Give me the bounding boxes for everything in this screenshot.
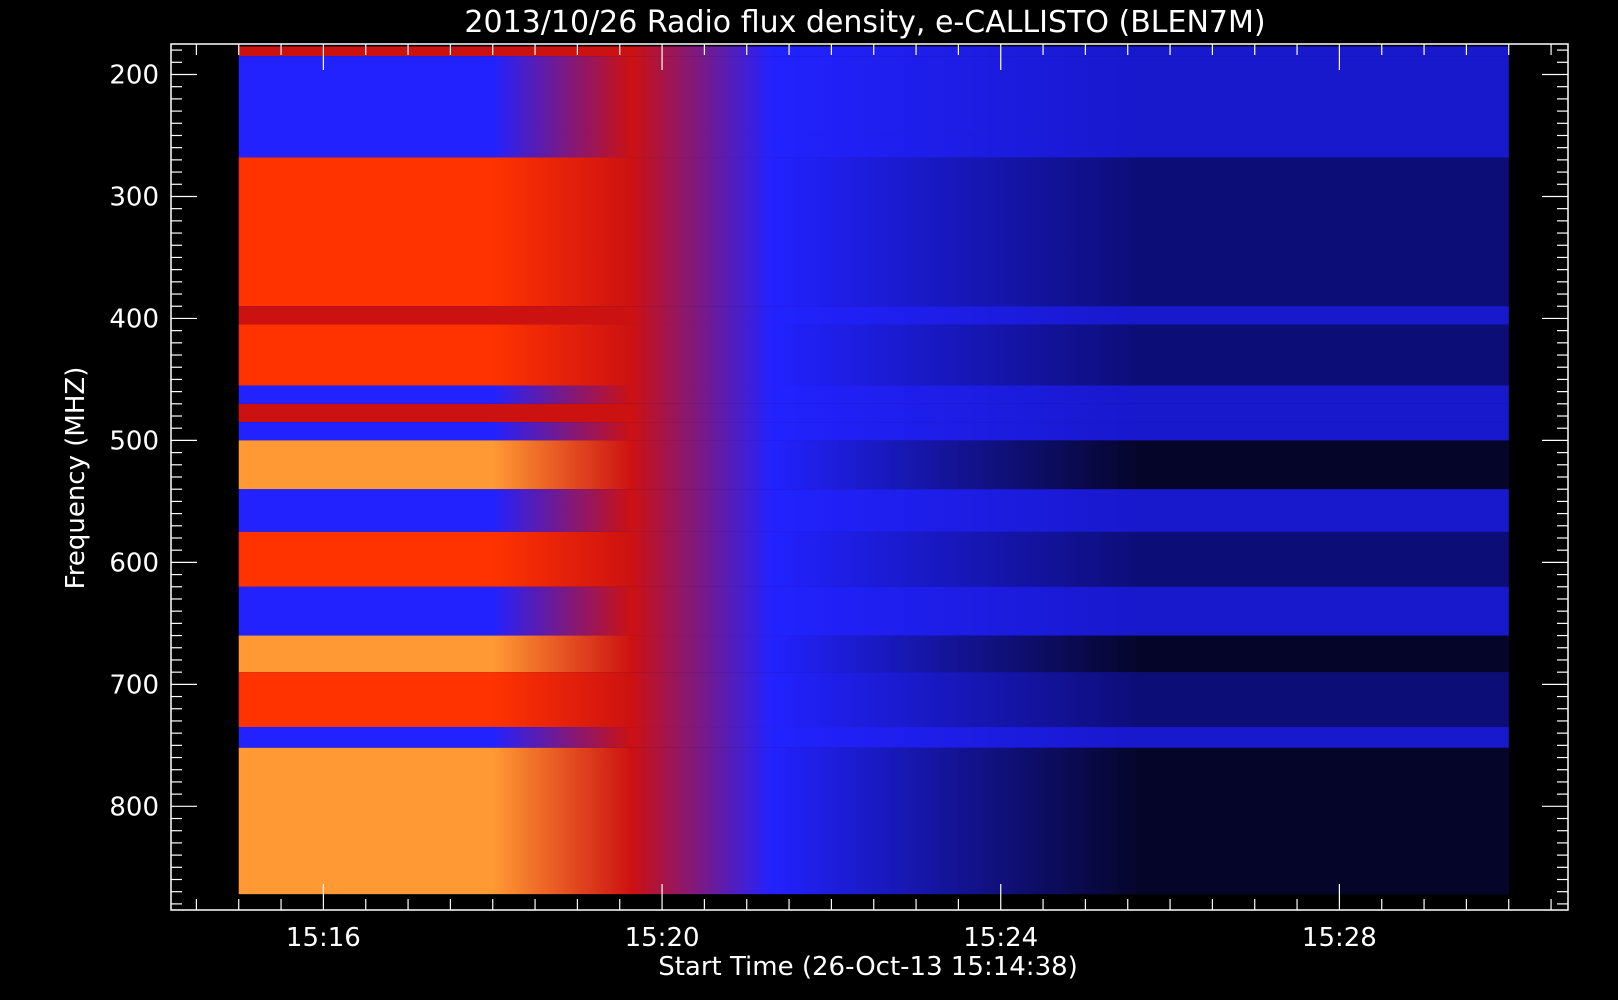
heatmap-band — [238, 586, 1509, 636]
heatmap-band — [238, 324, 1509, 386]
y-tick-label: 200 — [109, 60, 159, 90]
heatmap-band — [238, 531, 1509, 587]
y-tick-label: 700 — [109, 670, 159, 700]
heatmap-band — [238, 672, 1509, 728]
heatmap-band — [238, 403, 1509, 423]
y-tick-label: 300 — [109, 182, 159, 212]
x-tick-label: 15:16 — [286, 923, 361, 953]
heatmap-band — [238, 727, 1509, 748]
heatmap-band — [238, 747, 1509, 895]
y-axis-label: Frequency (MHZ) — [61, 367, 91, 590]
heatmap-band — [238, 422, 1509, 441]
x-axis-label: Start Time (26-Oct-13 15:14:38) — [658, 952, 1078, 982]
x-tick-label: 15:24 — [963, 923, 1038, 953]
x-tick-label: 15:20 — [625, 923, 700, 953]
spectrogram-chart: 2013/10/26 Radio flux density, e-CALLIST… — [61, 5, 1569, 982]
heatmap-band — [238, 635, 1509, 673]
heatmap-area — [238, 46, 1509, 895]
heatmap-band — [238, 489, 1509, 532]
heatmap-band — [238, 440, 1509, 490]
x-tick-label: 15:28 — [1302, 923, 1377, 953]
heatmap-band — [238, 157, 1509, 307]
heatmap-band — [238, 135, 1509, 158]
heatmap-band — [238, 385, 1509, 404]
chart-title: 2013/10/26 Radio flux density, e-CALLIST… — [464, 5, 1265, 40]
heatmap-band — [238, 306, 1509, 325]
y-tick-label: 500 — [109, 426, 159, 456]
heatmap-band — [238, 56, 1509, 136]
y-tick-label: 600 — [109, 548, 159, 578]
y-tick-label: 800 — [109, 792, 159, 822]
y-tick-label: 400 — [109, 304, 159, 334]
